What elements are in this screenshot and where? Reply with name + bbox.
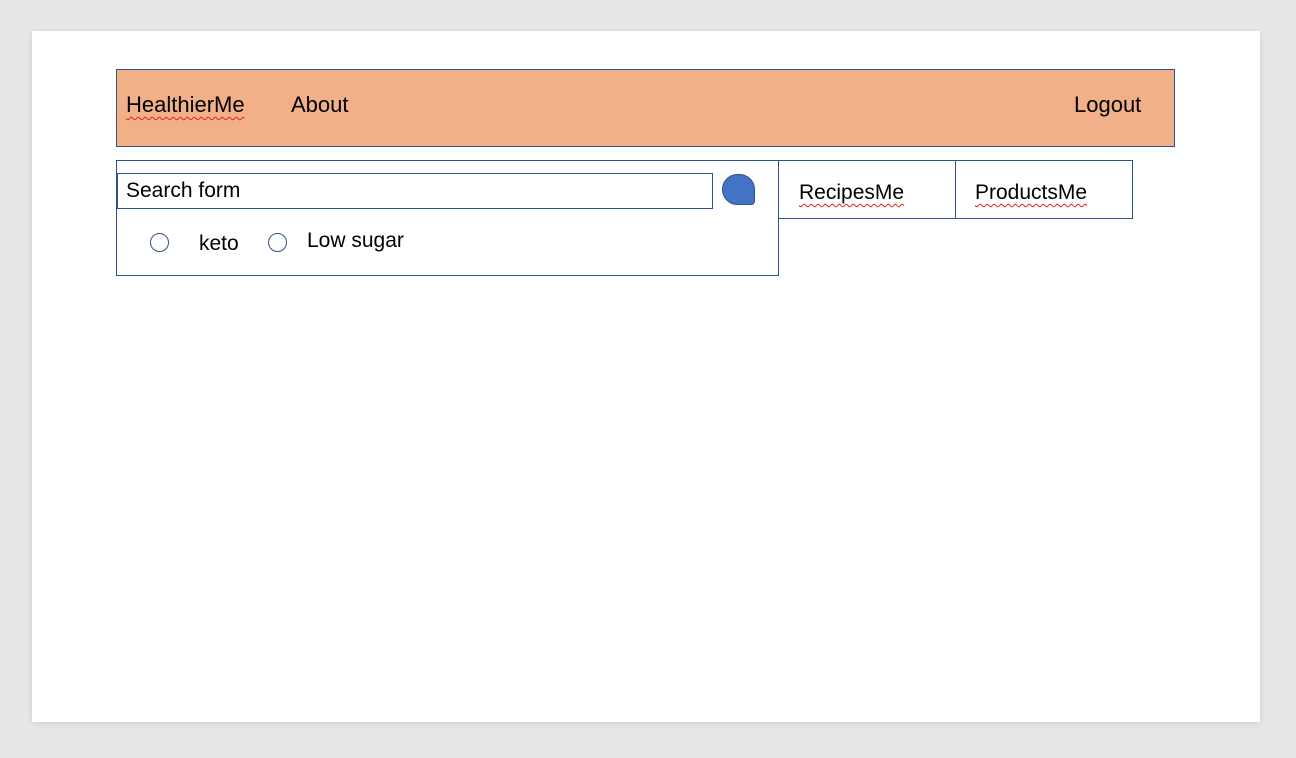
- low-sugar-radio[interactable]: [268, 233, 287, 252]
- search-input[interactable]: Search form: [117, 173, 713, 209]
- keto-label: keto: [199, 232, 239, 255]
- tab-products-label: ProductsMe: [975, 181, 1088, 204]
- search-panel: Search form keto Low sugar: [116, 160, 779, 276]
- keto-radio[interactable]: [150, 233, 169, 252]
- tab-recipes[interactable]: RecipesMe: [778, 160, 956, 219]
- logout-link[interactable]: Logout: [1074, 92, 1141, 118]
- tab-recipes-label: RecipesMe: [799, 181, 905, 204]
- page-canvas: HealthierMe About Logout Search form ket…: [32, 31, 1260, 722]
- brand-link[interactable]: HealthierMe: [126, 92, 245, 118]
- low-sugar-label: Low sugar: [307, 229, 404, 252]
- top-navbar: HealthierMe About Logout: [116, 69, 1175, 147]
- about-link[interactable]: About: [291, 92, 349, 118]
- tab-products[interactable]: ProductsMe: [955, 160, 1133, 219]
- search-icon[interactable]: [722, 174, 755, 205]
